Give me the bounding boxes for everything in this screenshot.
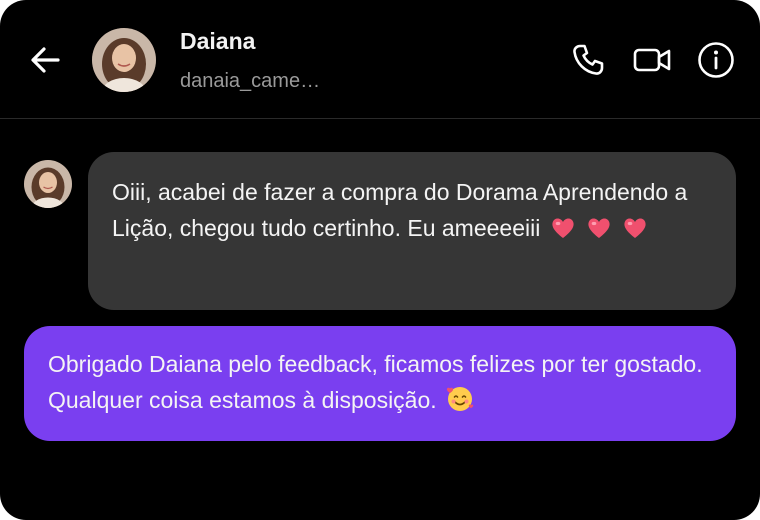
outgoing-message-bubble[interactable]: Obrigado Daiana pelo feedback, ficamos f… bbox=[24, 326, 736, 441]
video-call-button[interactable] bbox=[632, 40, 672, 80]
back-button[interactable] bbox=[28, 42, 64, 78]
message-text: Obrigado Daiana pelo feedback, ficamos f… bbox=[48, 351, 703, 413]
arrow-left-icon bbox=[31, 47, 60, 73]
sender-avatar bbox=[24, 160, 72, 208]
phone-icon bbox=[573, 44, 604, 75]
heart-emoji bbox=[622, 215, 648, 241]
chat-window: Daiana danaia_came… Oiii, acabei de faze… bbox=[0, 0, 760, 520]
info-icon bbox=[698, 42, 734, 78]
voice-call-button[interactable] bbox=[568, 40, 608, 80]
info-button[interactable] bbox=[696, 40, 736, 80]
video-camera-icon bbox=[633, 48, 671, 72]
contact-avatar[interactable] bbox=[92, 28, 156, 92]
smiling-face-with-hearts-emoji bbox=[445, 384, 475, 414]
contact-name[interactable]: Daiana bbox=[180, 28, 255, 55]
chat-header: Daiana danaia_came… bbox=[0, 0, 760, 119]
avatar-photo bbox=[92, 28, 156, 92]
contact-handle[interactable]: danaia_came… bbox=[180, 70, 320, 93]
heart-emoji bbox=[586, 215, 612, 241]
avatar-photo bbox=[24, 160, 72, 208]
incoming-message-bubble[interactable]: Oiii, acabei de fazer a compra do Dorama… bbox=[88, 152, 736, 310]
heart-emoji bbox=[550, 215, 576, 241]
